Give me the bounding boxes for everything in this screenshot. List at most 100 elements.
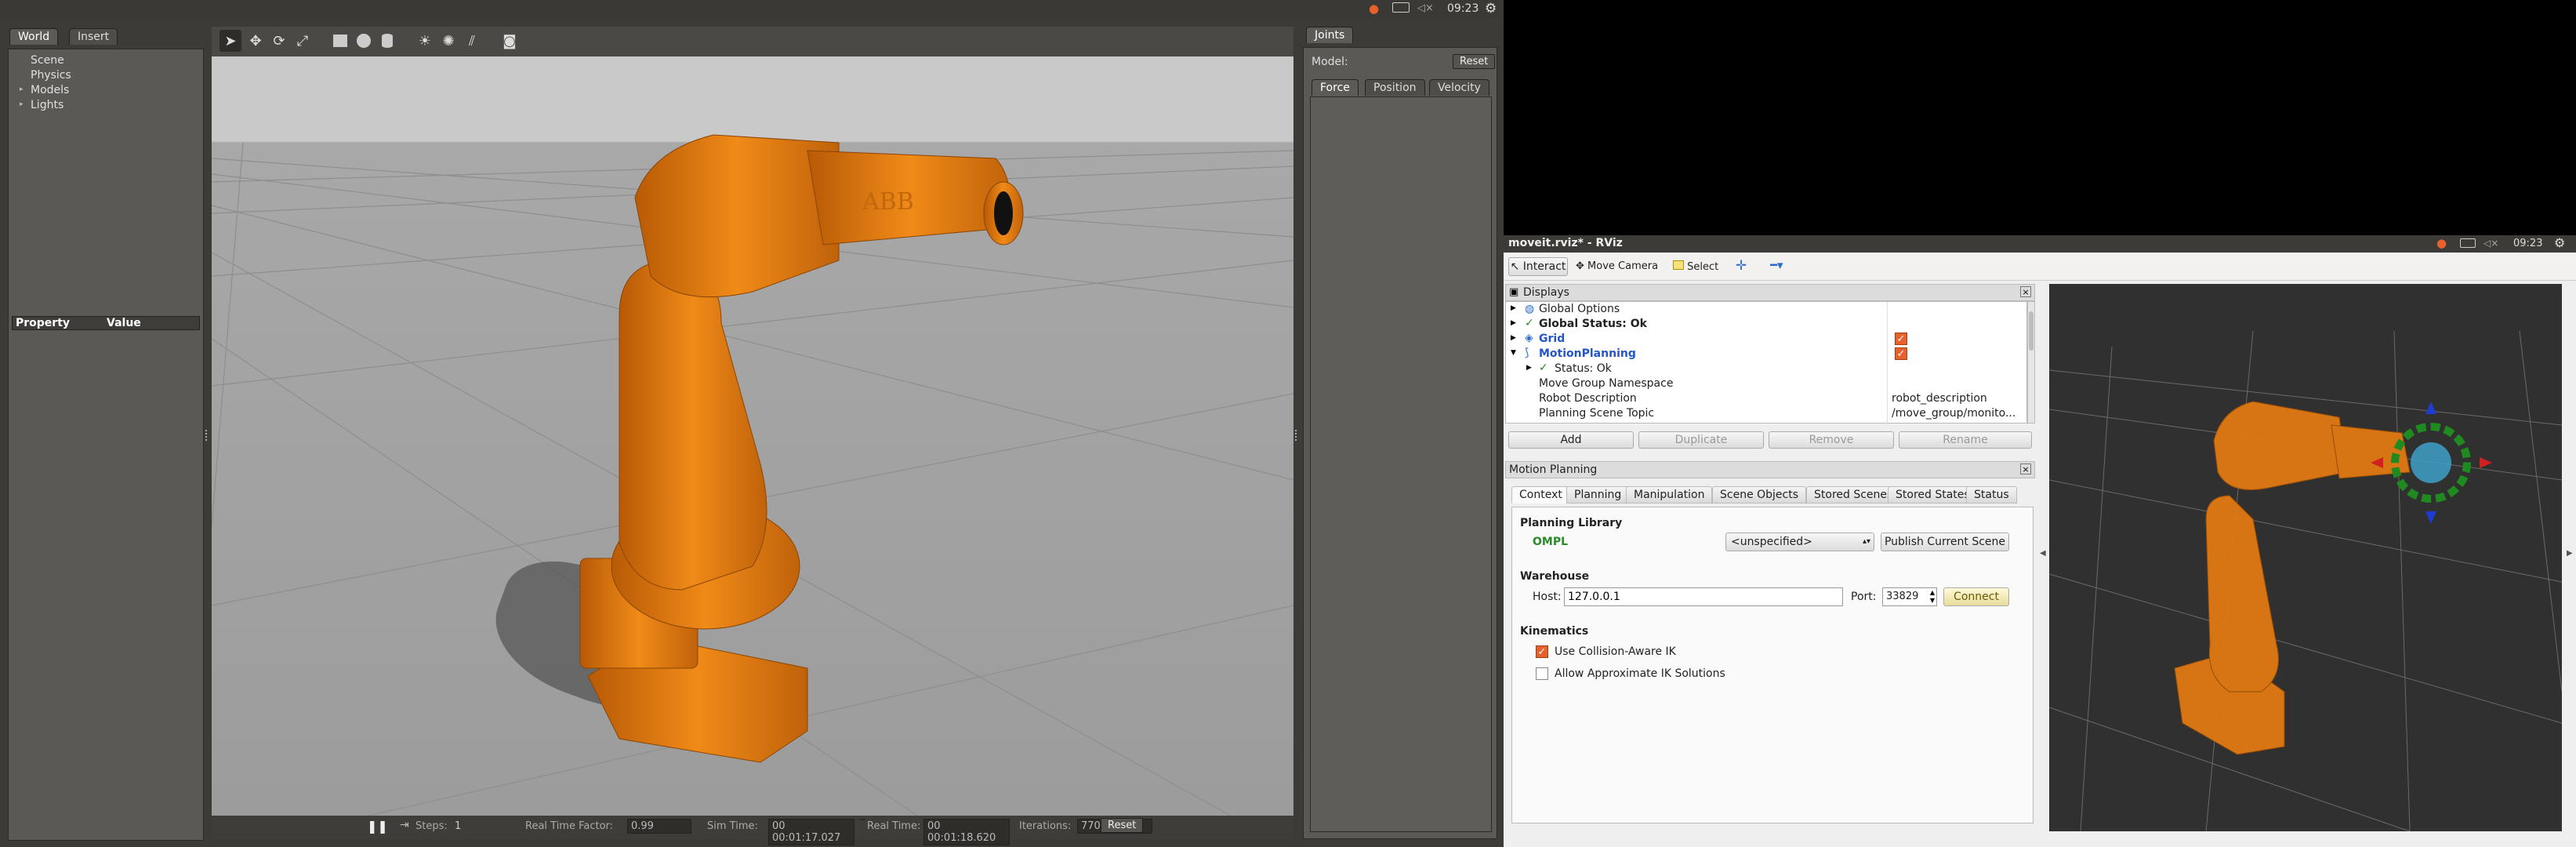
- motion-planning-enabled-checkbox[interactable]: [1895, 347, 1907, 360]
- spin-arrows-icon[interactable]: ▲ ▼: [1930, 589, 1935, 605]
- ubuntu-indicator-icon[interactable]: ●: [1369, 2, 1379, 16]
- tree-item-lights[interactable]: Lights: [31, 99, 63, 111]
- expand-arrow-icon[interactable]: ▸: [20, 100, 24, 108]
- host-input[interactable]: [1564, 587, 1843, 606]
- select-mode-icon[interactable]: ➤: [220, 30, 241, 52]
- tree-item-physics[interactable]: Physics: [31, 69, 71, 82]
- interact-tool-button[interactable]: ↖ Interact: [1508, 257, 1568, 276]
- property-robot-description-value[interactable]: robot_description: [1892, 392, 1987, 405]
- property-planning-scene-topic[interactable]: Planning Scene Topic: [1539, 407, 1654, 420]
- tab-context[interactable]: Context: [1511, 486, 1570, 503]
- settings-gear-icon[interactable]: ⚙: [1485, 1, 1497, 16]
- rviz-robot-model[interactable]: [2049, 284, 2562, 831]
- spot-light-icon[interactable]: ✺: [437, 30, 459, 52]
- expand-arrow-icon[interactable]: ▶: [1526, 364, 1532, 372]
- tab-scene-objects[interactable]: Scene Objects: [1712, 486, 1807, 503]
- tree-item-models[interactable]: Models: [31, 84, 69, 96]
- expand-arrow-icon[interactable]: ▶: [1511, 304, 1516, 312]
- tree-item-scene[interactable]: Scene: [31, 54, 64, 67]
- right-splitter-grip[interactable]: [1295, 430, 1298, 441]
- rviz-3d-view[interactable]: [2049, 284, 2562, 831]
- close-icon[interactable]: ×: [2020, 463, 2031, 474]
- collision-aware-ik-checkbox[interactable]: [1536, 645, 1548, 658]
- collapse-left-arrow-icon[interactable]: ◀: [2040, 549, 2046, 558]
- display-status-ok[interactable]: Status: Ok: [1555, 362, 1612, 375]
- cylinder-shape-icon[interactable]: [376, 30, 398, 52]
- add-display-button[interactable]: Add: [1508, 431, 1634, 449]
- property-column-header: Property: [16, 317, 71, 329]
- approximate-ik-checkbox[interactable]: [1536, 667, 1548, 680]
- battery-icon[interactable]: [2460, 238, 2476, 248]
- property-robot-description[interactable]: Robot Description: [1539, 392, 1637, 405]
- publish-current-scene-button[interactable]: Publish Current Scene: [1881, 533, 2009, 551]
- translate-mode-icon[interactable]: ✥: [245, 30, 267, 52]
- tab-velocity[interactable]: Velocity: [1429, 79, 1489, 96]
- expand-arrow-icon[interactable]: ▸: [20, 85, 24, 93]
- real-time-value: 00 00:01:18.620: [923, 819, 1010, 845]
- scale-mode-icon[interactable]: ⤢: [292, 30, 314, 52]
- tab-insert[interactable]: Insert: [69, 28, 118, 45]
- tab-manipulation[interactable]: Manipulation: [1626, 486, 1713, 503]
- remove-display-button[interactable]: Remove: [1769, 431, 1894, 449]
- point-light-icon[interactable]: ☀: [414, 30, 436, 52]
- port-spinbox[interactable]: 33829 ▲ ▼: [1882, 587, 1937, 606]
- rotate-mode-icon[interactable]: ⟳: [268, 30, 290, 52]
- left-splitter-grip[interactable]: [205, 430, 209, 441]
- collapse-arrow-icon[interactable]: ▼: [1511, 349, 1516, 357]
- settings-gear-icon[interactable]: ⚙: [2554, 235, 2565, 250]
- directional-light-icon[interactable]: ⫽: [461, 30, 483, 52]
- steps-value[interactable]: 1: [455, 820, 461, 832]
- displays-scrollbar[interactable]: [2027, 301, 2035, 424]
- ubuntu-indicator-icon[interactable]: ●: [2436, 236, 2447, 250]
- grid-enabled-checkbox[interactable]: [1895, 333, 1907, 345]
- sim-time-value: 00 00:01:17.027: [768, 819, 854, 845]
- motion-planning-title: Motion Planning: [1509, 463, 1598, 476]
- step-icon[interactable]: ⇥: [400, 819, 409, 831]
- pause-icon[interactable]: ❚❚: [367, 819, 388, 834]
- select-tool[interactable]: Select: [1673, 260, 1718, 273]
- robot-arm-model[interactable]: ABB: [212, 56, 1293, 816]
- tab-position[interactable]: Position: [1365, 79, 1425, 96]
- cursor-icon: ↖: [1510, 260, 1520, 273]
- model-label: Model:: [1312, 56, 1348, 68]
- volume-icon[interactable]: ◁×: [2483, 238, 2498, 249]
- battery-icon[interactable]: [1392, 2, 1410, 13]
- tab-planning[interactable]: Planning: [1566, 486, 1630, 503]
- box-shape-icon[interactable]: [329, 30, 351, 52]
- remove-tool-icon[interactable]: ━▾: [1770, 258, 1783, 272]
- sphere-shape-icon[interactable]: [353, 30, 375, 52]
- gazebo-3d-viewport[interactable]: ABB: [212, 56, 1293, 816]
- rename-display-button[interactable]: Rename: [1899, 431, 2032, 449]
- tab-joints[interactable]: Joints: [1306, 27, 1354, 43]
- add-tool-icon[interactable]: ✛: [1736, 258, 1747, 274]
- iterations-label: Iterations:: [1019, 820, 1072, 832]
- property-move-group-namespace[interactable]: Move Group Namespace: [1539, 377, 1673, 390]
- display-motion-planning[interactable]: MotionPlanning: [1539, 347, 1636, 360]
- expand-arrow-icon[interactable]: ▶: [1511, 334, 1516, 342]
- reset-joints-button[interactable]: Reset: [1453, 54, 1496, 69]
- display-global-status[interactable]: Global Status: Ok: [1539, 318, 1647, 330]
- clock[interactable]: 09:23: [2513, 238, 2542, 249]
- duplicate-display-button[interactable]: Duplicate: [1638, 431, 1764, 449]
- tab-status[interactable]: Status: [1966, 486, 2017, 503]
- clock[interactable]: 09:23: [1447, 2, 1478, 15]
- tab-force[interactable]: Force: [1312, 79, 1359, 96]
- reset-time-button[interactable]: Reset: [1101, 818, 1144, 833]
- approximate-ik-label: Allow Approximate IK Solutions: [1555, 667, 1725, 680]
- connect-button[interactable]: Connect: [1943, 587, 2009, 606]
- expand-arrow-icon[interactable]: ▶: [1511, 319, 1516, 327]
- volume-icon[interactable]: ◁×: [1417, 2, 1434, 14]
- move-camera-icon: ✥: [1576, 260, 1584, 272]
- planner-select[interactable]: <unspecified> ▴▾: [1725, 533, 1874, 551]
- display-grid[interactable]: Grid: [1539, 333, 1565, 345]
- tab-stored-scenes[interactable]: Stored Scenes: [1806, 486, 1901, 503]
- tab-stored-states[interactable]: Stored States: [1888, 486, 1978, 503]
- close-icon[interactable]: ×: [2020, 286, 2031, 297]
- tab-world[interactable]: World: [9, 28, 59, 45]
- host-label: Host:: [1533, 591, 1562, 603]
- collapse-right-arrow-icon[interactable]: ▶: [2567, 549, 2573, 558]
- display-global-options[interactable]: Global Options: [1539, 303, 1620, 315]
- property-planning-scene-topic-value[interactable]: /move_group/monito...: [1892, 407, 2015, 420]
- move-camera-tool[interactable]: ✥ Move Camera: [1576, 260, 1658, 272]
- screenshot-camera-icon[interactable]: ◙: [499, 30, 521, 52]
